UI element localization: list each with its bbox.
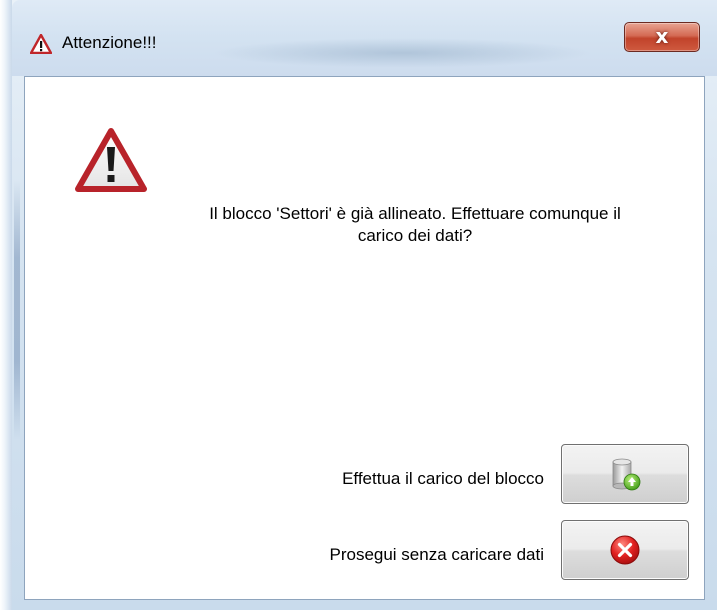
dialog-message: Il blocco 'Settori' è già allineato. Eff… [209,204,621,245]
skip-load-label: Prosegui senza caricare dati [329,545,544,564]
window-frame-shadow [14,180,20,440]
load-block-button[interactable] [561,444,689,504]
title-bar-glow [212,38,592,68]
skip-load-button[interactable] [561,520,689,580]
window-title: Attenzione!!! [62,33,157,52]
cancel-x-icon [610,535,640,565]
dialog-window: Attenzione!!! x Il blocco 'Settori' è gi… [0,0,717,610]
dialog-body: Il blocco 'Settori' è già allineato. Eff… [24,76,705,600]
load-block-label: Effettua il carico del blocco [342,469,544,488]
warning-icon [30,34,52,54]
window-frame-left [0,0,12,610]
database-upload-icon [612,458,641,491]
close-icon: x [655,24,669,48]
warning-icon-large [75,128,147,192]
close-button[interactable]: x [624,22,700,52]
